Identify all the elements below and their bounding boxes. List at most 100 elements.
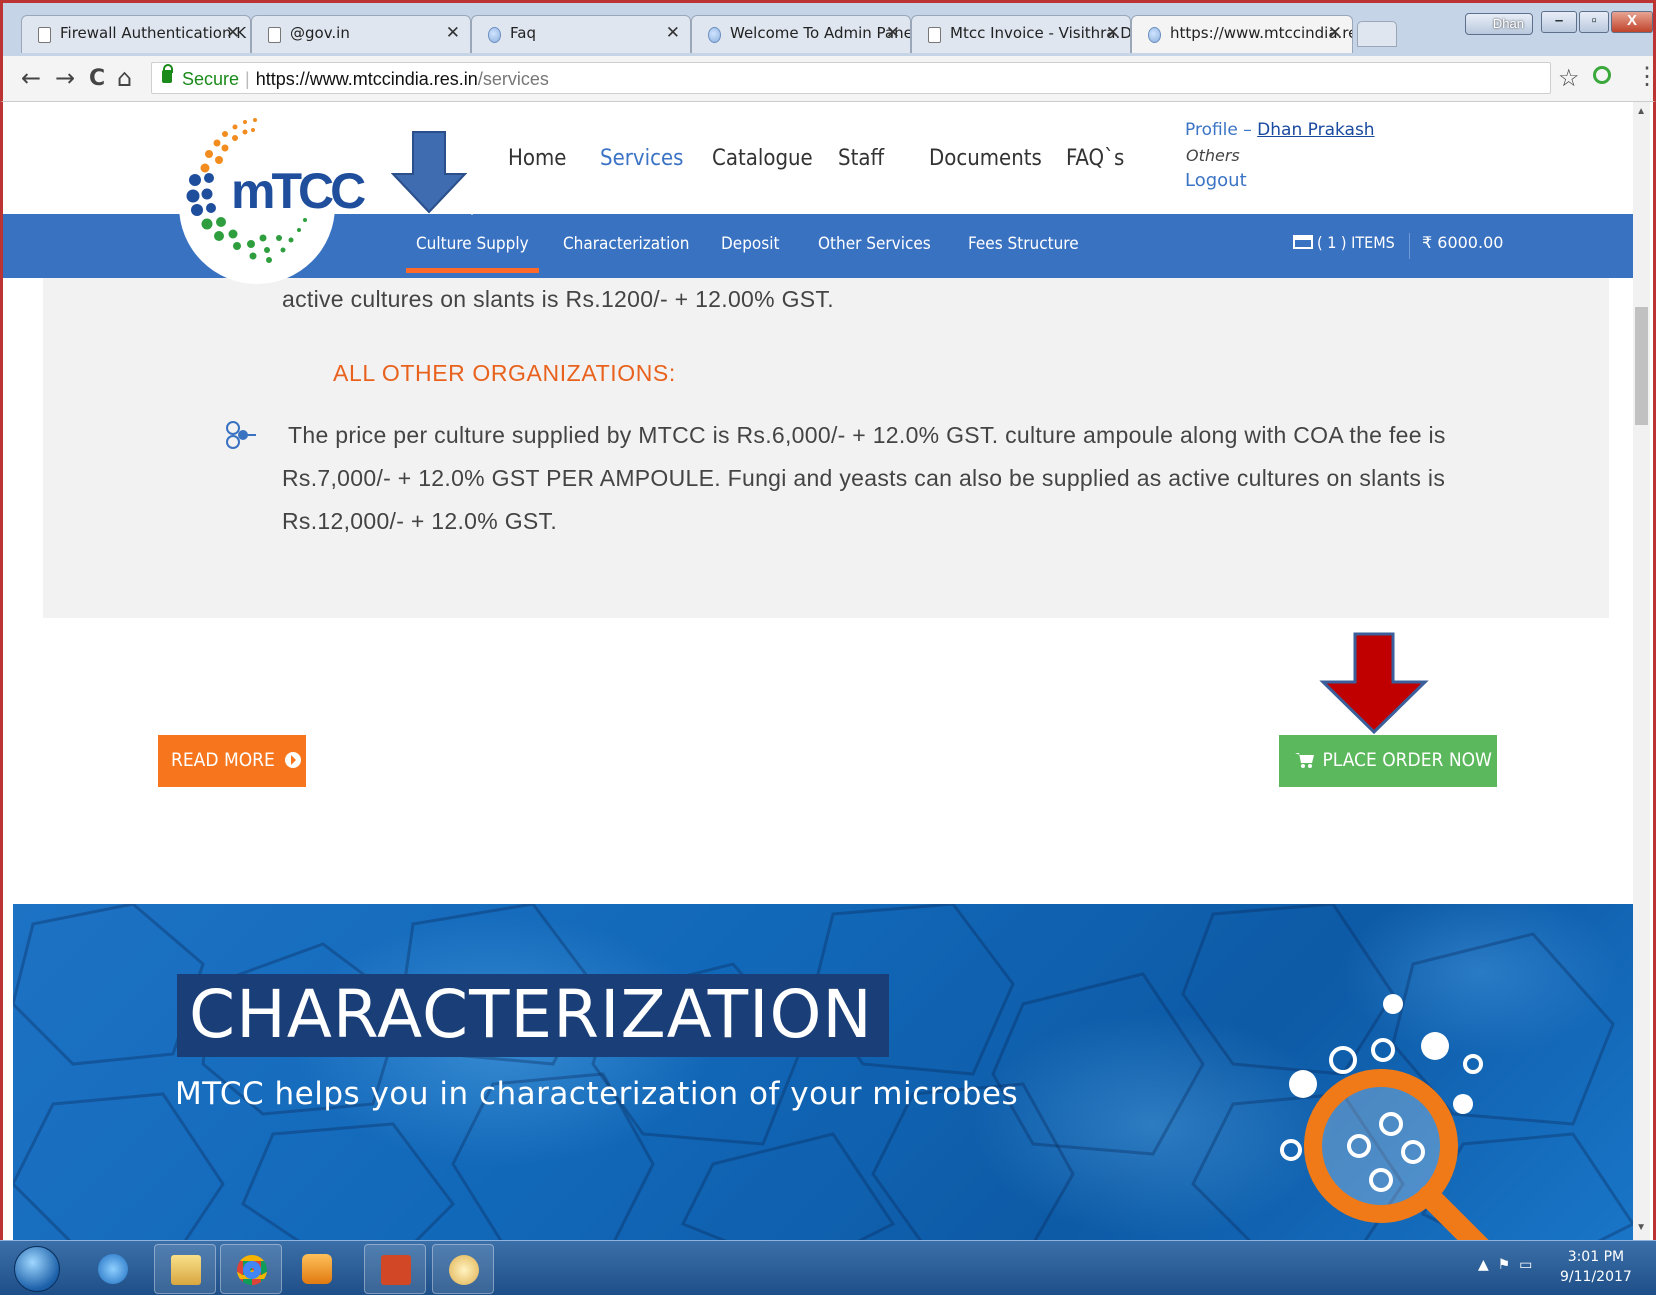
start-button[interactable] [14,1246,60,1292]
cart-total: ₹ 6000.00 [1409,233,1503,259]
taskbar-chrome[interactable] [220,1244,282,1294]
new-tab-button[interactable] [1357,21,1397,47]
browser-menu-icon[interactable]: ⋮ [1635,62,1656,91]
address-bar-input[interactable]: Secure | https://www.mtccindia.res.in/serv… [151,62,1551,94]
taskbar-powerpoint[interactable] [364,1244,426,1294]
nav-catalogue[interactable]: Catalogue [712,146,813,171]
tab-title: @gov.in [290,24,350,42]
subnav-characterization[interactable]: Characterization [563,234,689,254]
page-icon [268,27,281,43]
close-tab-icon[interactable]: ✕ [446,23,460,43]
globe-icon [488,27,501,43]
taskbar-media[interactable] [286,1244,348,1294]
system-tray[interactable]: ▲ ⚑ ▭ [1478,1257,1532,1273]
subnav-culture-supply[interactable]: Culture Supply [406,208,539,273]
tab-title: https://www.mtccindia.re [1170,24,1353,42]
subnav-deposit[interactable]: Deposit [721,234,779,254]
scroll-down-icon[interactable]: ▼ [1636,1222,1646,1233]
taskbar-clock[interactable]: 3:01 PM 9/11/2017 [1560,1247,1632,1287]
subnav-other-services[interactable]: Other Services [818,234,931,254]
pricing-line-3: Rs.12,000/- + 12.0% GST. [282,508,558,534]
windows-taskbar: ▲ ⚑ ▭ 3:01 PM 9/11/2017 [0,1240,1656,1295]
logout-link[interactable]: Logout [1185,170,1247,191]
annotation-arrow-red-icon [1319,632,1429,735]
address-toolbar: ← → C ⌂ Secure | https://www.mtccindia.res… [0,56,1656,102]
browser-tab-admin[interactable]: Welcome To Admin Pane ✕ [691,15,911,53]
cart-icon [1293,235,1313,249]
browser-tab-faq[interactable]: Faq ✕ [471,15,691,53]
close-tab-icon[interactable]: ✕ [226,23,240,43]
page-scrollbar[interactable]: ▲ ▼ [1633,102,1650,1240]
nav-staff[interactable]: Staff [838,146,884,171]
scrollbar-thumb[interactable] [1635,307,1648,425]
tab-title: Firewall Authentication K [60,24,247,42]
chrome-icon [237,1255,267,1285]
cart-items-link[interactable]: ( 1 ) ITEMS [1293,233,1395,252]
url-path: /services [477,69,549,89]
nav-home[interactable]: Home [508,146,566,171]
browser-tab-mtcc[interactable]: https://www.mtccindia.re ✕ [1131,15,1353,53]
arrow-circle-right-icon [285,752,302,768]
organizations-heading: ALL OTHER ORGANIZATIONS: [333,360,676,386]
browser-tab-gov[interactable]: @gov.in ✕ [251,15,471,53]
taskbar-explorer[interactable] [154,1244,216,1294]
profile-role: Others [1186,146,1240,165]
tab-title: Mtcc Invoice - Visithra.D [950,24,1131,42]
read-more-label: READ MORE [171,749,275,771]
reload-button[interactable]: C [89,66,105,91]
annotation-arrow-blue-icon [391,131,467,214]
home-button[interactable]: ⌂ [117,64,132,92]
url-host: https://www.mtccindia.res.in [255,69,478,89]
cart-icon [1295,753,1314,768]
lock-icon [162,64,173,83]
forward-button[interactable]: → [55,64,75,92]
place-order-button[interactable]: PLACE ORDER NOW [1279,735,1497,787]
paint-icon [449,1255,479,1285]
nav-faqs[interactable]: FAQ`s [1066,146,1124,171]
tab-title: Faq [510,24,536,42]
back-button[interactable]: ← [21,64,41,92]
extension-search-icon[interactable] [1593,66,1611,84]
restore-button[interactable]: ▫ [1579,11,1609,33]
page-icon [38,27,51,43]
profile-name-link[interactable]: Dhan Prakash [1257,120,1374,140]
media-player-icon [302,1254,332,1284]
place-order-label: PLACE ORDER NOW [1322,749,1492,771]
mtcc-logo[interactable]: mTCC [179,110,366,284]
nav-documents[interactable]: Documents [929,146,1042,171]
banner-title: CHARACTERIZATION [177,974,889,1057]
internet-explorer-icon [98,1254,128,1284]
browser-tab-invoice[interactable]: Mtcc Invoice - Visithra.D ✕ [911,15,1131,53]
address-separator: | [245,69,250,89]
secure-label: Secure [182,69,240,89]
tab-title: Welcome To Admin Pane [730,24,911,42]
close-tab-icon[interactable]: ✕ [1106,23,1120,43]
close-window-button[interactable]: X [1611,11,1653,33]
read-more-button[interactable]: READ MORE [158,735,306,787]
close-tab-icon[interactable]: ✕ [886,23,900,43]
browser-profile-button[interactable]: Dhan [1465,13,1533,35]
taskbar-ie[interactable] [82,1244,144,1294]
page-icon [928,27,941,43]
clock-date: 9/11/2017 [1560,1269,1632,1285]
characterization-magnifier-icon [1280,994,1489,1240]
profile-label: Profile – [1185,120,1252,140]
bookmark-star-icon[interactable]: ☆ [1558,64,1580,93]
subnav-fees-structure[interactable]: Fees Structure [968,234,1079,254]
page-viewport: Home Services Catalogue Staff Documents … [0,102,1656,1240]
folder-icon [171,1255,201,1285]
minimize-button[interactable]: – [1541,11,1577,33]
scroll-up-icon[interactable]: ▲ [1636,106,1646,117]
bullet-molecule-icon [226,421,256,449]
globe-icon [708,27,721,43]
pricing-line-2: Rs.7,000/- + 12.0% GST PER AMPOULE. Fung… [282,465,1446,491]
browser-tab-firewall[interactable]: Firewall Authentication K ✕ [21,15,251,53]
logo-text: mTCC [231,163,366,219]
close-tab-icon[interactable]: ✕ [1328,23,1342,43]
browser-tab-bar: Firewall Authentication K ✕ @gov.in ✕ Fa… [0,0,1656,56]
taskbar-paint[interactable] [432,1244,494,1294]
close-tab-icon[interactable]: ✕ [666,23,680,43]
powerpoint-icon [381,1255,411,1285]
nav-services[interactable]: Services [600,146,683,171]
pricing-line-1: The price per culture supplied by MTCC i… [288,422,1446,448]
